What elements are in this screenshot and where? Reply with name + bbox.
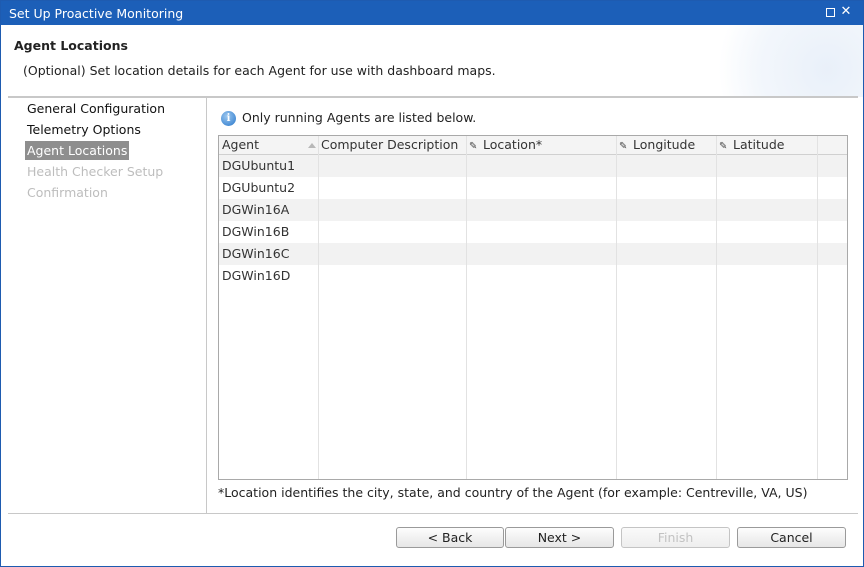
column-header-latitude[interactable]: ✎ Latitude (716, 136, 817, 155)
sort-ascending-icon (308, 143, 316, 148)
table-row[interactable]: DGWin16A (219, 199, 847, 221)
close-icon[interactable]: ✕ (839, 5, 853, 19)
column-label-latitude: Latitude (733, 137, 785, 152)
edit-pencil-icon: ✎ (719, 141, 728, 152)
window-title: Set Up Proactive Monitoring (9, 6, 184, 21)
column-header-agent[interactable]: Agent (219, 136, 318, 155)
grid-column-line (466, 136, 467, 479)
grid-header: Agent Computer Description ✎ Location* ✎ L… (219, 136, 847, 155)
finish-button: Finish (621, 527, 730, 548)
agent-name-cell: DGWin16C (222, 246, 290, 261)
step-agent-locations[interactable]: Agent Locations (25, 141, 130, 160)
back-button[interactable]: < Back (396, 527, 504, 548)
column-header-computer-description[interactable]: Computer Description (318, 136, 466, 155)
step-general-configuration[interactable]: General Configuration (25, 99, 167, 118)
grid-column-line (616, 136, 617, 479)
footer-divider (8, 513, 858, 514)
wizard-steps-sidebar: General Configuration Telemetry Options … (8, 98, 207, 513)
header-decoration (713, 25, 863, 97)
column-label-computer-description: Computer Description (321, 137, 459, 152)
agent-name-cell: DGUbuntu2 (222, 180, 296, 195)
step-confirmation: Confirmation (27, 185, 108, 200)
edit-pencil-icon: ✎ (469, 141, 478, 152)
column-label-location: Location* (483, 137, 543, 152)
column-label-agent: Agent (222, 137, 259, 152)
location-footnote: *Location identifies the city, state, an… (218, 485, 808, 500)
column-header-location[interactable]: ✎ Location* (466, 136, 616, 155)
column-label-longitude: Longitude (633, 137, 696, 152)
step-health-checker-setup: Health Checker Setup (27, 164, 164, 179)
page-description: (Optional) Set location details for each… (23, 63, 496, 78)
column-header-longitude[interactable]: ✎ Longitude (616, 136, 716, 155)
agent-name-cell: DGWin16A (222, 202, 290, 217)
agent-locations-grid[interactable]: Agent Computer Description ✎ Location* ✎ L… (218, 135, 848, 480)
title-bar[interactable]: Set Up Proactive Monitoring ✕ (1, 1, 863, 25)
table-row[interactable]: DGWin16C (219, 243, 847, 265)
next-button[interactable]: Next > (505, 527, 614, 548)
edit-pencil-icon: ✎ (619, 141, 628, 152)
table-row[interactable]: DGUbuntu2 (219, 177, 847, 199)
info-icon: i (221, 111, 236, 126)
wizard-header: Agent Locations (Optional) Set location … (1, 25, 863, 97)
table-row[interactable]: DGWin16D (219, 265, 847, 287)
cancel-button[interactable]: Cancel (737, 527, 846, 548)
grid-column-line (716, 136, 717, 479)
agent-name-cell: DGUbuntu1 (222, 158, 296, 173)
info-text: Only running Agents are listed below. (242, 110, 477, 125)
grid-column-line (817, 136, 818, 479)
table-row[interactable]: DGWin16B (219, 221, 847, 243)
table-row[interactable]: DGUbuntu1 (219, 155, 847, 177)
maximize-icon[interactable] (824, 5, 838, 19)
agent-name-cell: DGWin16D (222, 268, 291, 283)
page-title: Agent Locations (14, 38, 128, 53)
grid-column-line (318, 136, 319, 479)
agent-name-cell: DGWin16B (222, 224, 290, 239)
dialog-window: Set Up Proactive Monitoring ✕ Agent Loca… (0, 0, 864, 567)
step-telemetry-options[interactable]: Telemetry Options (25, 120, 143, 139)
